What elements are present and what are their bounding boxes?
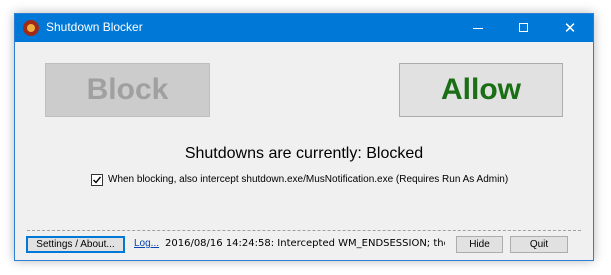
maximize-icon	[519, 23, 528, 32]
log-link[interactable]: Log...	[134, 238, 159, 249]
minimize-button[interactable]	[455, 14, 501, 42]
window-title: Shutdown Blocker	[46, 20, 143, 34]
close-icon: ✕	[563, 19, 577, 37]
status-text: Shutdowns are currently: Blocked	[184, 145, 424, 162]
app-window: Shutdown Blocker ✕ Block Allow Shutdowns…	[14, 13, 594, 261]
close-button[interactable]: ✕	[547, 14, 593, 42]
intercept-checkbox[interactable]	[91, 174, 103, 186]
hide-button[interactable]: Hide	[456, 236, 503, 253]
footer-divider	[27, 230, 581, 231]
quit-button[interactable]: Quit	[510, 236, 568, 253]
block-button[interactable]: Block	[45, 63, 210, 117]
intercept-label[interactable]: When blocking, also intercept shutdown.e…	[108, 174, 508, 185]
title-bar[interactable]: Shutdown Blocker ✕	[15, 14, 593, 42]
maximize-button[interactable]	[501, 14, 547, 42]
allow-button[interactable]: Allow	[399, 63, 563, 117]
app-icon	[23, 20, 39, 36]
checkmark-icon	[93, 176, 101, 184]
settings-about-button[interactable]: Settings / About...	[26, 236, 125, 253]
minimize-icon	[473, 28, 483, 29]
log-status-text: 2016/08/16 14:24:58: Intercepted WM_ENDS…	[165, 238, 445, 249]
